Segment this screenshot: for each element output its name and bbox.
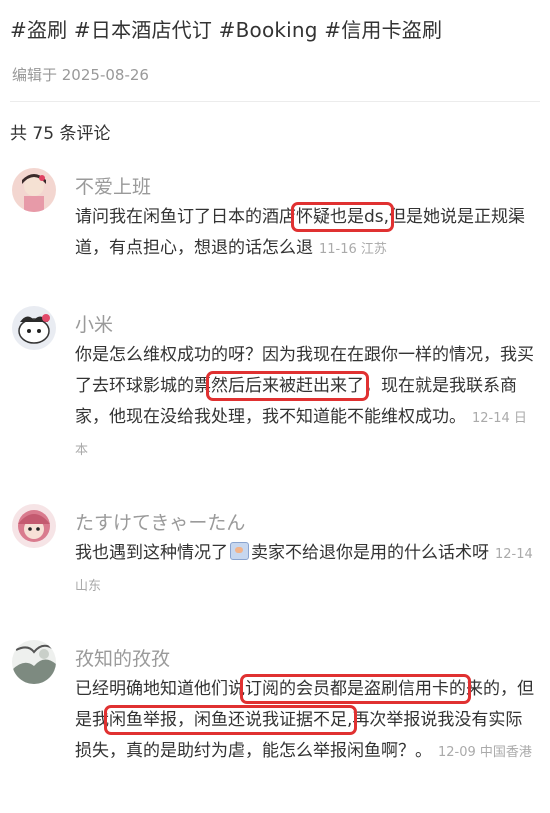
comment-count: 共 75 条评论 <box>10 124 111 144</box>
comment-username[interactable]: 孜知的孜孜 <box>75 644 170 671</box>
comment-text: 已经明确地知道他们说订阅的会员都是盗刷信用卡的来的，但是我闲鱼举报，闲鱼还说我证… <box>75 674 534 761</box>
avatar[interactable] <box>12 640 56 684</box>
edit-date: 编辑于 2025-08-26 <box>12 66 149 84</box>
avatar[interactable] <box>12 306 56 350</box>
comment-text: 请问我在闲鱼订了日本的酒店怀疑也是ds,但是她说是正规渠道，有点担心，想退的话怎… <box>75 202 526 258</box>
avatar[interactable] <box>12 168 56 212</box>
comment-username[interactable]: 不爱上班 <box>75 172 151 199</box>
highlight-box: 订阅的会员都是盗刷信用卡的 <box>240 674 471 704</box>
comment-username[interactable]: たすけてきゃーたん <box>75 508 245 535</box>
comment-text: 你是怎么维权成功的呀？因为我现在在跟你一样的情况，我买了去环球影城的票然后后来被… <box>75 345 534 458</box>
divider <box>10 101 540 102</box>
highlight-box: 怀疑也是ds, <box>290 202 395 232</box>
highlight-box: 然后后来被赶出来了 <box>206 371 369 401</box>
post-tags[interactable]: #盗刷 #日本酒店代订 #Booking #信用卡盗刷 <box>10 14 442 43</box>
highlight-box: 闲鱼举报，闲鱼还说我证据不足, <box>103 705 358 735</box>
comment-username[interactable]: 小米 <box>75 310 113 337</box>
comment-text: 我也遇到这种情况了 卖家不给退你是用的什么话术呀 12-14 山东 <box>75 542 533 594</box>
comment-meta: 12-09 中国香港 <box>438 745 532 760</box>
avatar[interactable] <box>12 504 56 548</box>
emoji-icon <box>230 542 249 560</box>
comment-meta: 11-16 江苏 <box>319 242 387 257</box>
